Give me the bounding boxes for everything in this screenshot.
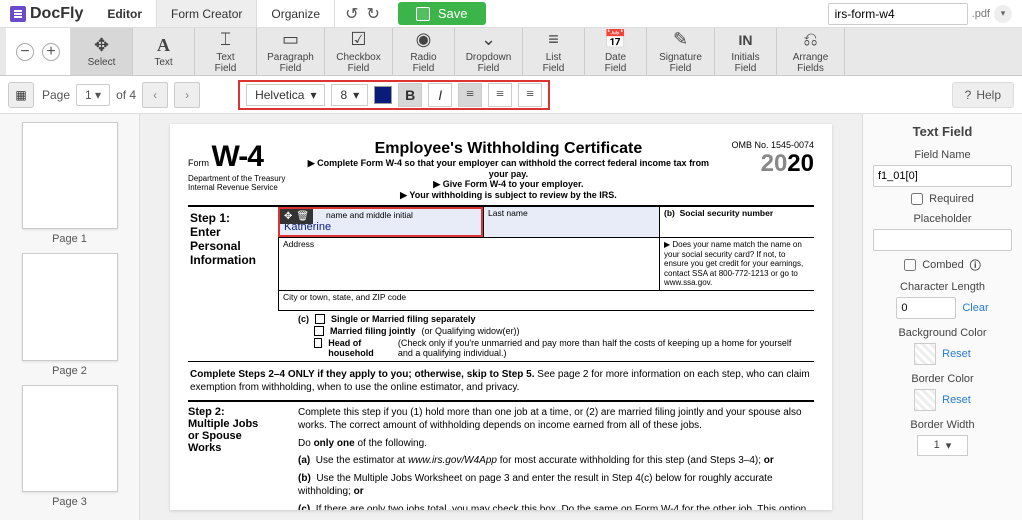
next-page[interactable]: › — [174, 82, 200, 108]
last-name-field[interactable]: Last name — [483, 207, 659, 237]
prev-page[interactable]: ‹ — [142, 82, 168, 108]
clear-link[interactable]: Clear — [962, 302, 988, 314]
filename-menu[interactable]: ▾ — [994, 5, 1012, 23]
tool-checkbox-field[interactable]: ☑Checkbox Field — [325, 28, 393, 75]
save-icon — [416, 7, 430, 21]
placeholder-input[interactable] — [873, 229, 1012, 251]
align-left[interactable]: ≡ — [458, 83, 482, 107]
bold-button[interactable]: B — [398, 83, 422, 107]
field-handle[interactable]: ✥ 🗑 — [280, 209, 313, 224]
logo-icon — [10, 6, 26, 22]
combed-checkbox[interactable] — [904, 259, 916, 271]
align-center[interactable]: ≡ — [488, 83, 512, 107]
zoom-out-icon[interactable]: − — [16, 43, 34, 61]
thumbnails-toggle[interactable]: ▦ — [8, 82, 34, 108]
panel-title: Text Field — [873, 124, 1012, 139]
move-icon[interactable]: ✥ — [284, 211, 292, 222]
font-select[interactable]: Helvetica ▾ — [246, 84, 325, 106]
thumbnail-panel: Page 1 Page 2 Page 3 — [0, 114, 140, 520]
redo-icon[interactable]: ↻ — [366, 4, 379, 24]
delete-icon[interactable]: 🗑 — [296, 211, 309, 222]
page-select[interactable]: 1 ▾ — [76, 84, 110, 106]
tool-dropdown-field[interactable]: ⌄Dropdown Field — [455, 28, 523, 75]
bg-reset[interactable]: Reset — [942, 348, 971, 360]
tool-date-field[interactable]: 📅Date Field — [585, 28, 647, 75]
document-canvas[interactable]: Form W-4 Department of the Treasury Inte… — [140, 114, 862, 520]
checkbox-hoh[interactable] — [314, 338, 322, 348]
tool-select[interactable]: ✥Select — [71, 28, 133, 75]
page-total: of 4 — [116, 88, 136, 102]
tool-paragraph-field[interactable]: ▭Paragraph Field — [257, 28, 325, 75]
city-field[interactable]: City or town, state, and ZIP code — [278, 290, 814, 310]
thumbnail-label: Page 1 — [52, 233, 87, 245]
address-field[interactable]: Address — [278, 237, 659, 290]
thumbnail-label: Page 3 — [52, 496, 87, 508]
tool-text[interactable]: AText — [133, 28, 195, 75]
help-button[interactable]: ? Help — [952, 82, 1014, 108]
text-format-toolbar: Helvetica ▾ 8 ▾ B I ≡ ≡ ≡ — [238, 80, 550, 110]
field-name-input[interactable] — [873, 165, 1012, 187]
tab-organize[interactable]: Organize — [257, 0, 335, 27]
zoom-in-icon[interactable]: + — [42, 43, 60, 61]
checkbox-married[interactable] — [314, 326, 324, 336]
bg-color-swatch[interactable] — [914, 343, 936, 365]
thumbnail[interactable] — [22, 253, 118, 360]
thumbnail[interactable] — [22, 122, 118, 229]
document-page: Form W-4 Department of the Treasury Inte… — [170, 124, 832, 510]
tab-form-creator[interactable]: Form Creator — [157, 0, 257, 27]
tool-radio-field[interactable]: ◉Radio Field — [393, 28, 455, 75]
align-right[interactable]: ≡ — [518, 83, 542, 107]
tab-editor[interactable]: Editor — [93, 0, 157, 27]
italic-button[interactable]: I — [428, 83, 452, 107]
tool-list-field[interactable]: ≡List Field — [523, 28, 585, 75]
instructions: Complete Steps 2–4 ONLY if they apply to… — [188, 362, 814, 400]
doc-title: Employee's Withholding Certificate — [297, 140, 719, 158]
tool-initials-field[interactable]: INInitials Field — [715, 28, 777, 75]
font-size-select[interactable]: 8 ▾ — [331, 84, 368, 106]
save-button[interactable]: Save — [398, 2, 486, 25]
name-match-note: ▶ Does your name match the name on your … — [659, 237, 814, 290]
first-name-field[interactable]: ✥ 🗑 name and middle initial — [278, 207, 483, 237]
border-color-swatch[interactable] — [914, 389, 936, 411]
tool-arrange-fields[interactable]: ⎌Arrange Fields — [777, 28, 845, 75]
filename-input[interactable] — [828, 3, 968, 25]
thumbnail[interactable] — [22, 385, 118, 492]
char-length-input[interactable] — [896, 297, 956, 319]
properties-panel: Text Field Field Name Required Placehold… — [862, 114, 1022, 520]
info-icon[interactable]: ⓘ — [970, 257, 981, 273]
thumbnail-label: Page 2 — [52, 365, 87, 377]
required-checkbox[interactable] — [911, 193, 923, 205]
app-logo: DocFly — [0, 5, 93, 23]
page-label: Page — [42, 88, 70, 102]
undo-icon[interactable]: ↺ — [345, 4, 358, 24]
checkbox-single[interactable] — [315, 314, 325, 324]
tool-text-field[interactable]: ⌶Text Field — [195, 28, 257, 75]
tool-signature-field[interactable]: ✎Signature Field — [647, 28, 715, 75]
file-extension: .pdf — [972, 8, 990, 20]
font-color[interactable] — [374, 86, 392, 104]
help-icon: ? — [965, 88, 972, 102]
border-width-select[interactable]: 1 ▾ — [917, 435, 969, 456]
ssn-field[interactable]: (b) Social security number — [659, 207, 814, 237]
border-reset[interactable]: Reset — [942, 394, 971, 406]
